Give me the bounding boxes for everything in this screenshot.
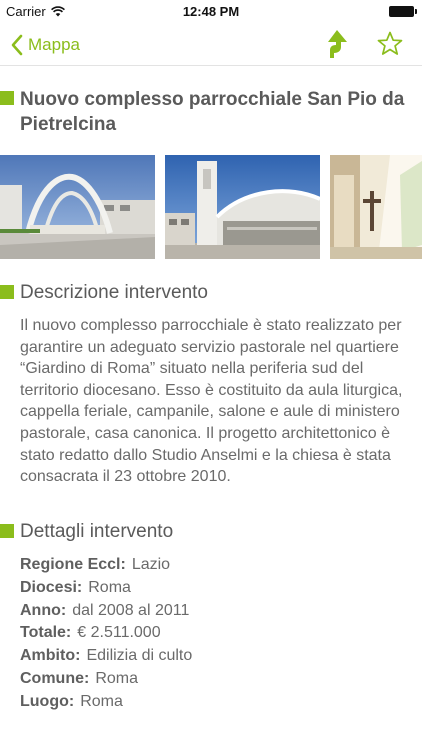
status-bar: Carrier 12:48 PM [0,0,422,24]
gallery-photo[interactable] [0,155,155,259]
description-section-header: Descrizione intervento [0,281,208,305]
detail-label: Totale: [20,624,72,642]
photo-gallery[interactable] [0,155,422,259]
church-bell-tower-photo [165,155,320,259]
detail-row-luogo: Luogo: Roma [20,691,192,714]
section-marker [0,524,14,538]
detail-row-diocesi: Diocesi: Roma [20,577,192,600]
detail-value: Roma [95,669,139,687]
details-heading: Dettagli intervento [20,521,174,542]
status-time: 12:48 PM [182,4,240,19]
church-interior-photo [330,155,422,259]
gallery-photo[interactable] [165,155,320,259]
detail-row-ambito: Ambito: Edilizia di culto [20,645,192,668]
detail-label: Diocesi: [20,578,83,596]
star-outline-icon[interactable] [376,30,404,58]
back-button-label: Mappa [28,35,80,54]
detail-row-anno: Anno: dal 2008 al 2011 [20,600,192,623]
title-section: Nuovo complesso parrocchiale San Pio da … [0,87,410,137]
details-list: Regione Eccl: Lazio Diocesi: Roma Anno: dal… [20,554,192,714]
battery-icon [389,6,417,17]
detail-value: Edilizia di culto [86,647,193,665]
church-exterior-photo [0,155,155,259]
description-heading: Descrizione intervento [20,282,208,303]
detail-row-totale: Totale: € 2.511.000 [20,622,192,645]
detail-label: Regione Eccl: [20,556,126,573]
detail-row-regione: Regione Eccl: Lazio [20,554,192,577]
detail-label: Comune: [20,669,90,687]
navigation-bar: Mappa [0,24,422,66]
detail-value: Roma [80,692,123,710]
detail-value: Roma [88,578,131,596]
back-button[interactable]: Mappa [10,30,80,60]
detail-label: Anno: [20,601,67,619]
description-text: Il nuovo complesso parrocchiale è stato … [20,317,403,486]
detail-value: Lazio [131,556,171,573]
detail-value: dal 2008 al 2011 [72,601,190,619]
chevron-left-icon [11,34,23,56]
section-marker [0,285,14,299]
gallery-photo[interactable] [330,155,422,259]
share-directions-icon[interactable] [323,29,351,59]
detail-value: € 2.511.000 [77,624,161,642]
details-section-header: Dettagli intervento [0,520,173,544]
detail-label: Ambito: [20,647,81,665]
section-marker [0,91,14,105]
detail-row-comune: Comune: Roma [20,668,192,691]
page-title: Nuovo complesso parrocchiale San Pio da … [20,89,405,135]
detail-label: Luogo: [20,692,75,710]
